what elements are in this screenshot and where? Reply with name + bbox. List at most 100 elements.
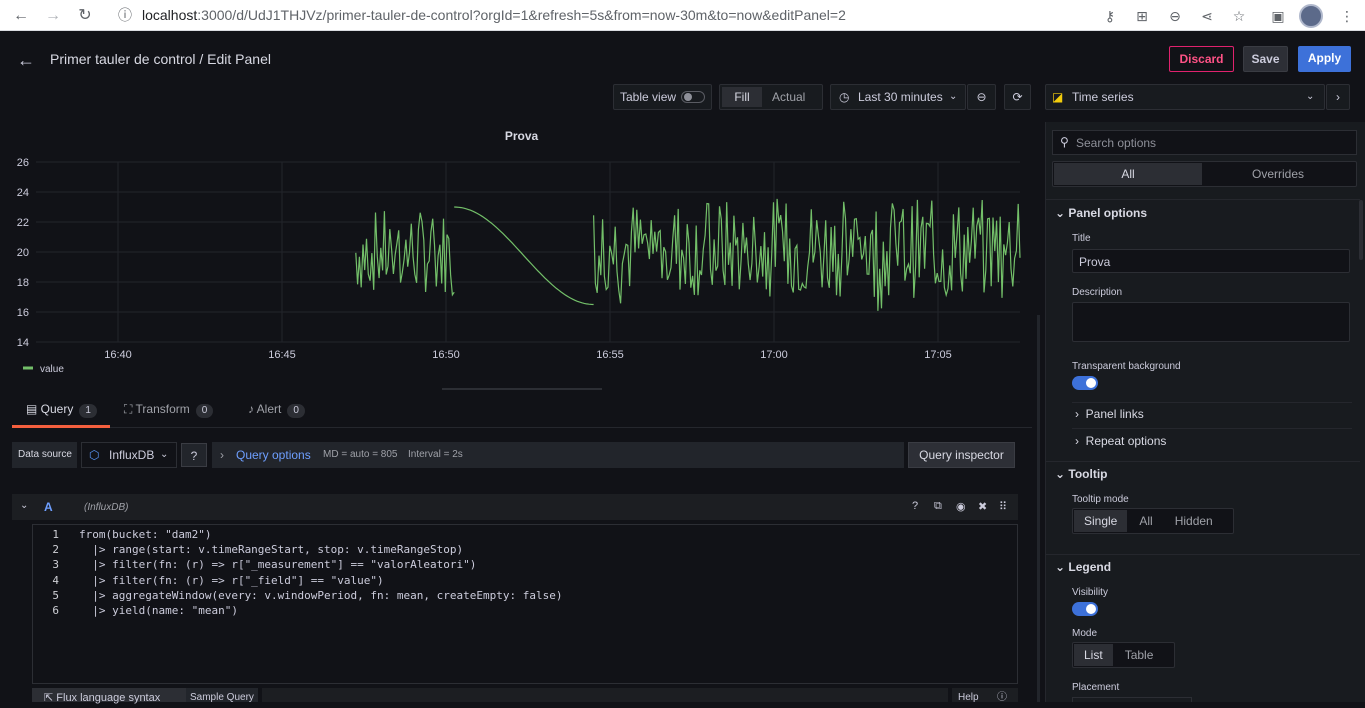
x-tick-label: 17:00 — [760, 349, 788, 361]
y-tick-label: 26 — [17, 157, 29, 169]
editor-scrollbar[interactable] — [1037, 315, 1040, 702]
datasource-help-button[interactable]: ? — [181, 443, 207, 467]
transparent-toggle[interactable] — [1072, 376, 1098, 390]
description-textarea[interactable] — [1072, 302, 1350, 342]
drag-handle-icon[interactable]: ⠿ — [999, 500, 1007, 513]
y-tick-label: 22 — [17, 217, 29, 229]
tooltip-all-option[interactable]: All — [1129, 510, 1162, 532]
profile-avatar[interactable] — [1299, 4, 1323, 28]
x-tick-label: 16:45 — [268, 349, 296, 361]
divider — [1046, 554, 1360, 555]
datasource-picker[interactable]: ⬡ InfluxDB ⌄ — [81, 442, 177, 468]
sidepanel-icon[interactable]: ▣ — [1268, 6, 1288, 26]
title-input[interactable]: Prova — [1072, 249, 1350, 273]
forward-icon[interactable]: → — [42, 5, 64, 27]
legend-label: value — [40, 364, 64, 375]
trash-icon[interactable]: ✖ — [978, 500, 987, 513]
apply-button[interactable]: Apply — [1298, 46, 1351, 72]
legend-mode-label: Mode — [1072, 628, 1098, 639]
key-icon[interactable]: ⚷ — [1100, 6, 1120, 26]
help-icon[interactable]: ? — [912, 500, 918, 512]
tooltip-single-option[interactable]: Single — [1074, 510, 1128, 532]
legend-table-option[interactable]: Table — [1115, 644, 1164, 666]
options-scrollbar[interactable] — [1359, 200, 1363, 260]
duplicate-icon[interactable]: ⧉ — [934, 500, 942, 513]
address-bar[interactable]: ⓘ localhost:3000/d/UdJ1THJVz/primer-taule… — [108, 3, 1258, 27]
tooltip-hidden-option[interactable]: Hidden — [1165, 510, 1223, 532]
back-arrow-icon[interactable]: ← — [17, 50, 35, 71]
editor-footer — [262, 688, 948, 702]
query-row-header[interactable]: ⌄ A (InfluxDB) ? ⧉ ◉ ✖ ⠿ — [12, 494, 1018, 520]
sample-query-tab[interactable]: Sample Query — [186, 688, 258, 703]
legend-section[interactable]: ⌄ Legend — [1045, 560, 1365, 574]
series-line — [593, 198, 1021, 311]
chevron-down-icon: ⌄ — [1055, 560, 1069, 574]
table-view-toggle[interactable]: Table view — [613, 84, 712, 110]
divider — [1072, 402, 1352, 403]
chevron-down-icon: ⌄ — [1055, 206, 1069, 220]
menu-icon[interactable]: ⋮ — [1337, 6, 1357, 26]
datasource-label: Data source — [12, 442, 77, 468]
time-series-chart[interactable]: 14 16 18 20 22 24 26 16:40 16:45 16:50 16:55 17:00 1… — [0, 150, 1035, 385]
tab-query[interactable]: ▤ Query 1 — [12, 402, 110, 428]
y-tick-label: 14 — [17, 337, 29, 349]
code-line: |> aggregateWindow(every: v.windowPeriod… — [79, 588, 563, 602]
tab-transform[interactable]: ⛶ Transform 0 — [124, 402, 224, 428]
y-tick-label: 24 — [17, 187, 29, 199]
refresh-button[interactable]: ⟳ — [1004, 84, 1031, 110]
line-number: 6 — [52, 604, 59, 617]
save-button[interactable]: Save — [1243, 46, 1288, 72]
tooltip-section[interactable]: ⌄ Tooltip — [1045, 467, 1365, 481]
panel-options-section[interactable]: ⌄ Panel options — [1045, 206, 1365, 220]
all-options-tab[interactable]: All — [1054, 163, 1202, 185]
query-options-bar[interactable]: › Query options MD = auto = 805 Interval… — [212, 442, 904, 468]
table-view-switch[interactable] — [681, 91, 705, 103]
translate-icon[interactable]: ⊞ — [1132, 6, 1152, 26]
share-icon[interactable]: ⋖ — [1197, 6, 1217, 26]
panel-links-section[interactable]: › Panel links — [1075, 407, 1275, 421]
repeat-options-section[interactable]: › Repeat options — [1075, 434, 1275, 448]
line-number: 4 — [52, 573, 59, 587]
overrides-tab[interactable]: Overrides — [1204, 163, 1352, 185]
reload-icon[interactable]: ↻ — [74, 5, 96, 27]
search-icon: ⚲ — [1060, 135, 1069, 149]
flux-syntax-tab[interactable]: ⇱ Flux language syntax — [32, 688, 186, 704]
collapse-options-button[interactable]: › — [1326, 84, 1350, 110]
page-title: Primer tauler de control / Edit Panel — [50, 51, 271, 67]
editor-tabs: ▤ Query 1 ⛶ Transform 0 ♪ Alert 0 — [12, 402, 1032, 428]
legend-list-option[interactable]: List — [1074, 644, 1113, 666]
x-tick-label: 16:40 — [104, 349, 132, 361]
zoom-out-button[interactable]: ⊖ — [967, 84, 996, 110]
divider — [1046, 199, 1360, 200]
help-button[interactable]: Help ⓘ — [952, 688, 1018, 703]
chevron-down-icon: ⌄ — [1055, 467, 1069, 481]
eye-icon[interactable]: ◉ — [956, 500, 966, 513]
query-inspector-button[interactable]: Query inspector — [908, 442, 1015, 468]
back-icon[interactable]: ← — [10, 5, 32, 27]
external-link-icon: ⇱ — [44, 692, 57, 704]
search-options-input[interactable]: ⚲ Search options — [1052, 130, 1357, 155]
placement-label: Placement — [1072, 682, 1120, 693]
site-info-icon[interactable]: ⓘ — [118, 3, 132, 27]
zoom-icon[interactable]: ⊖ — [1165, 6, 1185, 26]
transform-icon: ⛶ — [124, 402, 136, 416]
visualization-picker[interactable]: ◪ Time series ⌄ — [1045, 84, 1325, 110]
actual-button[interactable]: Actual — [772, 85, 805, 109]
collapse-chevron-icon[interactable]: ⌄ — [20, 500, 28, 511]
legend-mode-radio: List Table — [1072, 642, 1175, 668]
tab-alert[interactable]: ♪ Alert 0 — [248, 402, 328, 428]
bell-icon: ♪ — [248, 402, 257, 416]
x-tick-label: 16:55 — [596, 349, 624, 361]
clock-icon: ◷ — [839, 90, 850, 104]
bookmark-star-icon[interactable]: ☆ — [1229, 6, 1249, 26]
placement-radio[interactable] — [1072, 697, 1192, 702]
y-tick-label: 18 — [17, 277, 29, 289]
panel-resize-handle[interactable] — [442, 388, 602, 390]
description-label: Description — [1072, 287, 1123, 298]
fill-button[interactable]: Fill — [722, 87, 762, 107]
flux-code-editor[interactable]: 1 from(bucket: "dam2") 2 |> range(start: v… — [32, 524, 1018, 684]
discard-button[interactable]: Discard — [1169, 46, 1234, 72]
time-picker[interactable]: ◷ Last 30 minutes ⌄ — [830, 84, 966, 110]
x-tick-label: 16:50 — [432, 349, 460, 361]
legend-visibility-toggle[interactable] — [1072, 602, 1098, 616]
